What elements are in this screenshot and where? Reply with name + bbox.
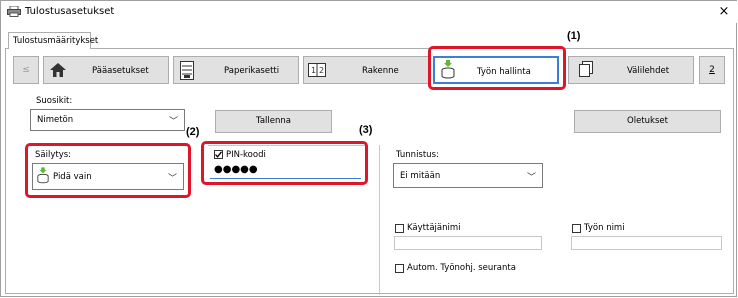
pin-checkbox[interactable] xyxy=(214,150,223,159)
layout-icon: 1 2 xyxy=(308,63,326,77)
job-storage-icon xyxy=(37,167,49,184)
username-checkbox[interactable] xyxy=(395,224,404,233)
storage-value: Pidä vain xyxy=(53,172,92,182)
callout-label-3: (3) xyxy=(359,124,373,136)
nav-button-layout[interactable]: 1 2 Rakenne xyxy=(303,56,429,84)
chevron-down-icon: ﹀ xyxy=(168,117,178,127)
save-button[interactable]: Tallenna xyxy=(215,110,332,133)
callout-label-1: (1) xyxy=(567,30,581,42)
window-title: Tulostusasetukset xyxy=(25,6,115,17)
chevron-down-icon: ﹀ xyxy=(526,173,536,183)
printer-icon xyxy=(7,6,21,17)
svg-text:1: 1 xyxy=(311,66,316,75)
storage-dropdown[interactable]: Pidä vain ﹀ xyxy=(32,163,184,190)
pin-label: PIN-koodi xyxy=(226,150,266,160)
nav-button-main-settings[interactable]: Pääasetukset xyxy=(43,56,169,84)
favorites-value: Nimetön xyxy=(37,115,74,125)
identification-value: Ei mitään xyxy=(400,171,441,181)
favorites-dropdown[interactable]: Nimetön ﹀ xyxy=(30,109,185,131)
divider xyxy=(208,145,365,146)
tab-label: Tulostusmääritykset xyxy=(13,36,99,46)
chevron-down-icon: ﹀ xyxy=(167,174,177,184)
tabs-icon xyxy=(579,61,593,77)
auto-tracking-label: Autom. Työnohj. seuranta xyxy=(407,263,516,273)
house-icon xyxy=(50,63,66,77)
nav-button-paper-tray[interactable]: Paperikasetti xyxy=(173,56,299,84)
nav-button-job-handling[interactable]: Työn hallinta xyxy=(433,56,559,84)
identification-dropdown[interactable]: Ei mitään ﹀ xyxy=(393,163,543,188)
defaults-button[interactable]: Oletukset xyxy=(574,110,721,133)
nav-button-tabs[interactable]: Välilehdet xyxy=(568,56,694,84)
jobname-checkbox[interactable] xyxy=(572,224,581,233)
pin-input[interactable]: ●●●●● xyxy=(210,163,361,179)
username-label: Käyttäjänimi xyxy=(407,223,461,233)
nav-prev-button[interactable]: ≤ xyxy=(13,56,39,84)
print-settings-dialog: Tulostusasetukset × Tulostusmääritykset … xyxy=(0,0,737,297)
callout-label-2: (2) xyxy=(186,126,200,138)
divider xyxy=(379,145,380,295)
close-button[interactable]: × xyxy=(715,3,733,21)
username-field[interactable] xyxy=(394,236,542,250)
title-bar: Tulostusasetukset × xyxy=(1,1,737,23)
jobname-field[interactable] xyxy=(571,236,722,250)
job-storage-icon xyxy=(441,60,455,79)
auto-tracking-checkbox[interactable] xyxy=(395,264,404,273)
svg-text:2: 2 xyxy=(319,66,324,75)
favorites-label: Suosikit: xyxy=(36,96,73,106)
jobname-label: Työn nimi xyxy=(584,223,625,233)
storage-label: Säilytys: xyxy=(35,150,72,160)
checkmark-icon xyxy=(215,151,222,158)
paper-tray-icon xyxy=(180,61,194,80)
tab-print-settings[interactable]: Tulostusmääritykset xyxy=(8,32,98,49)
identification-label: Tunnistus: xyxy=(396,150,439,160)
divider xyxy=(30,145,188,146)
nav-next-button[interactable]: 2 xyxy=(699,56,725,84)
